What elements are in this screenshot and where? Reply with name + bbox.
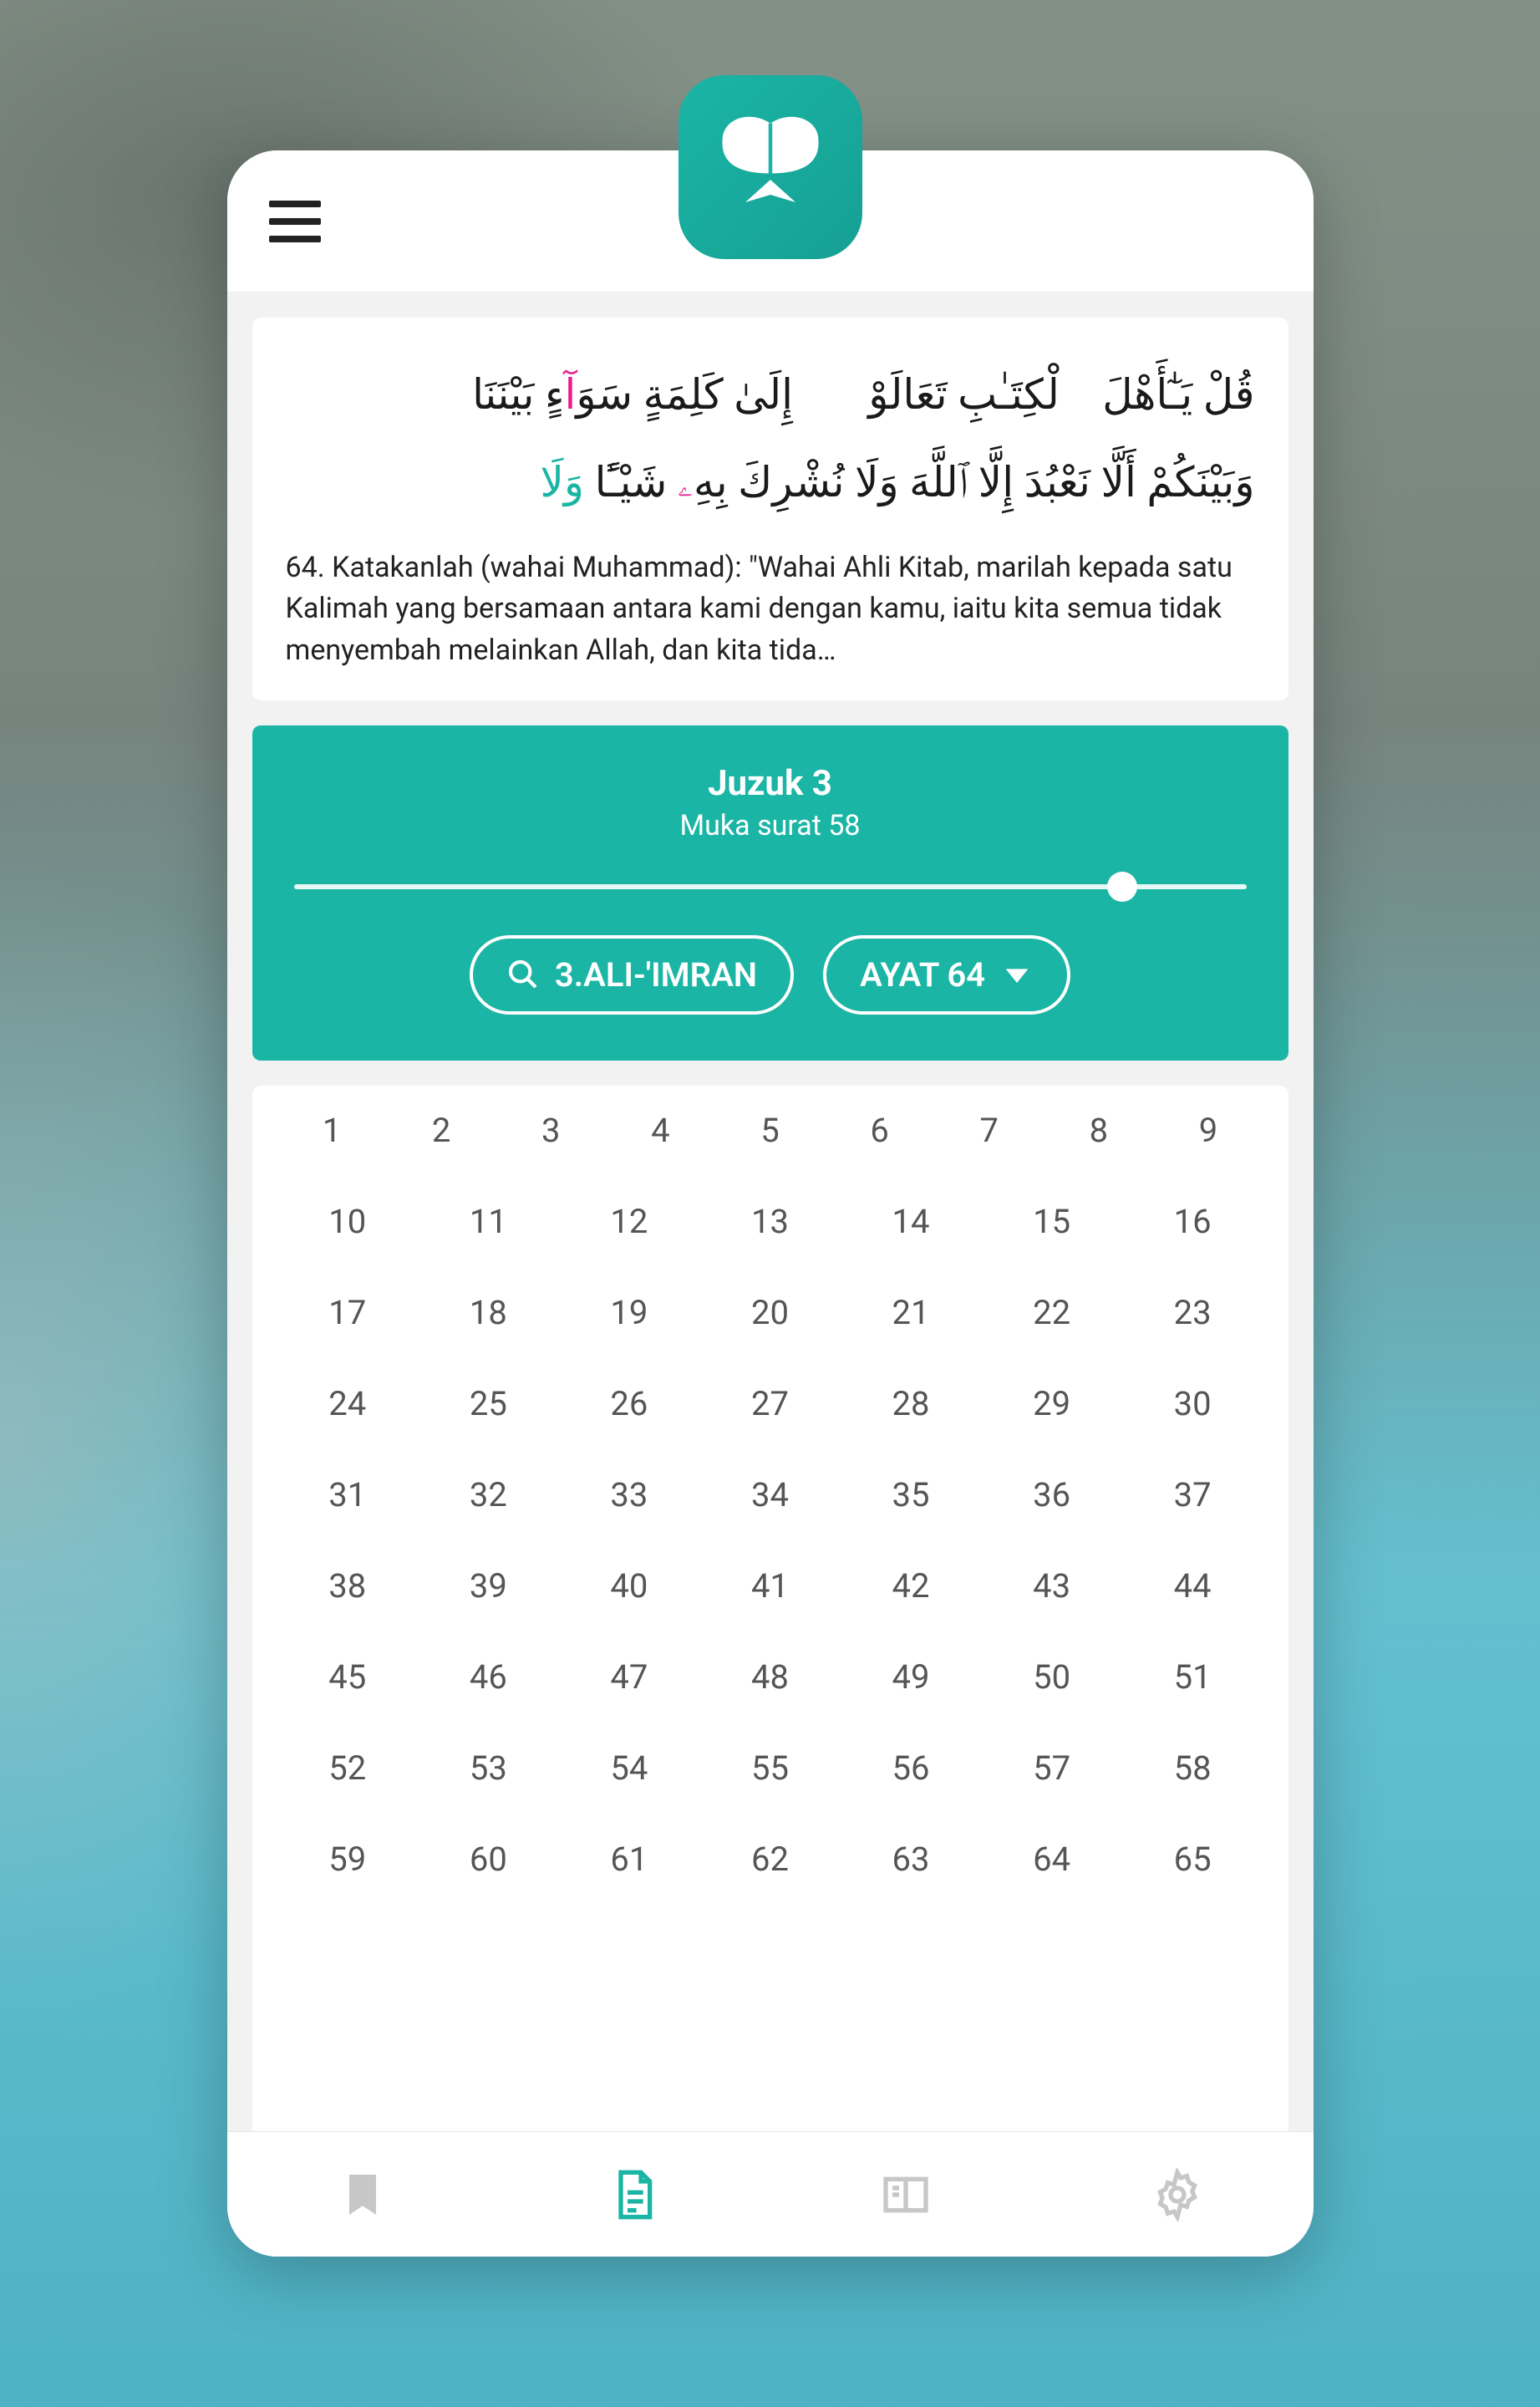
gear-icon	[1151, 2168, 1204, 2221]
tab-bookmark[interactable]	[227, 2168, 499, 2221]
page-number-cell[interactable]: 32	[418, 1475, 559, 1514]
page-number-cell[interactable]: 6	[825, 1111, 934, 1150]
page-number-cell[interactable]: 62	[699, 1840, 841, 1879]
page-number-cell[interactable]: 60	[418, 1840, 559, 1879]
tab-book[interactable]	[770, 2168, 1042, 2221]
page-number-cell[interactable]: 27	[699, 1384, 841, 1423]
page-number-cell[interactable]: 53	[418, 1748, 559, 1788]
page-number-cell[interactable]: 2	[387, 1111, 496, 1150]
chevron-down-icon	[1000, 958, 1034, 991]
page-number-cell[interactable]: 51	[1122, 1657, 1263, 1697]
page-number-cell[interactable]: 23	[1122, 1293, 1263, 1332]
page-number-cell[interactable]: 1	[277, 1111, 387, 1150]
page-number-cell[interactable]: 57	[981, 1748, 1122, 1788]
page-number-cell[interactable]: 41	[699, 1566, 841, 1606]
page-number-cell[interactable]: 19	[559, 1293, 700, 1332]
page-number-cell[interactable]: 37	[1122, 1475, 1263, 1514]
page-number-cell[interactable]: 55	[699, 1748, 841, 1788]
page-number-grid: 1234567891011121314151617181920212223242…	[252, 1086, 1288, 2131]
content-area: قُلْ يَـٰٓأَهْلَ ٱلْكِتَـٰبِ تَعَالَوْا۟…	[227, 293, 1314, 2131]
search-icon	[506, 958, 540, 991]
page-number-cell[interactable]: 45	[277, 1657, 419, 1697]
page-icon	[607, 2168, 661, 2221]
page-number-cell[interactable]: 54	[559, 1748, 700, 1788]
page-number-cell[interactable]: 38	[277, 1566, 419, 1606]
page-number-cell[interactable]: 13	[699, 1202, 841, 1241]
page-label: Muka surat 58	[679, 809, 860, 842]
tab-page[interactable]	[499, 2168, 770, 2221]
app-frame: قُلْ يَـٰٓأَهْلَ ٱلْكِتَـٰبِ تَعَالَوْا۟…	[227, 150, 1314, 2257]
page-number-cell[interactable]: 17	[277, 1293, 419, 1332]
page-number-cell[interactable]: 52	[277, 1748, 419, 1788]
tab-settings[interactable]	[1042, 2168, 1314, 2221]
page-number-cell[interactable]: 46	[418, 1657, 559, 1697]
page-number-cell[interactable]: 31	[277, 1475, 419, 1514]
menu-button[interactable]	[269, 201, 321, 242]
verse-card[interactable]: قُلْ يَـٰٓأَهْلَ ٱلْكِتَـٰبِ تَعَالَوْا۟…	[252, 318, 1288, 700]
page-number-cell[interactable]: 48	[699, 1657, 841, 1697]
page-number-cell[interactable]: 39	[418, 1566, 559, 1606]
ayat-selector-label: AYAT 64	[860, 955, 985, 995]
verse-translation: 64. Katakanlah (wahai Muhammad): "Wahai …	[286, 547, 1255, 671]
bookmark-icon	[336, 2168, 389, 2221]
page-number-cell[interactable]: 43	[981, 1566, 1122, 1606]
page-number-cell[interactable]: 44	[1122, 1566, 1263, 1606]
page-number-cell[interactable]: 42	[841, 1566, 982, 1606]
page-number-cell[interactable]: 36	[981, 1475, 1122, 1514]
page-number-cell[interactable]: 5	[715, 1111, 825, 1150]
app-logo	[679, 75, 862, 259]
navigation-panel: Juzuk 3 Muka surat 58 3.ALI-'IMRAN AYAT …	[252, 725, 1288, 1061]
page-number-cell[interactable]: 9	[1153, 1111, 1263, 1150]
book-logo-icon	[708, 104, 833, 230]
surah-selector-button[interactable]: 3.ALI-'IMRAN	[470, 935, 794, 1015]
page-number-cell[interactable]: 56	[841, 1748, 982, 1788]
page-number-cell[interactable]: 11	[418, 1202, 559, 1241]
page-number-cell[interactable]: 64	[981, 1840, 1122, 1879]
ayat-selector-button[interactable]: AYAT 64	[823, 935, 1070, 1015]
page-number-cell[interactable]: 14	[841, 1202, 982, 1241]
page-number-cell[interactable]: 30	[1122, 1384, 1263, 1423]
page-number-cell[interactable]: 28	[841, 1384, 982, 1423]
arabic-verse: قُلْ يَـٰٓأَهْلَ ٱلْكِتَـٰبِ تَعَالَوْا۟…	[286, 351, 1255, 527]
bottom-navigation	[227, 2131, 1314, 2257]
page-number-cell[interactable]: 21	[841, 1293, 982, 1332]
page-number-cell[interactable]: 33	[559, 1475, 700, 1514]
page-number-cell[interactable]: 8	[1044, 1111, 1153, 1150]
page-number-cell[interactable]: 4	[606, 1111, 715, 1150]
page-number-cell[interactable]: 49	[841, 1657, 982, 1697]
page-number-cell[interactable]: 58	[1122, 1748, 1263, 1788]
page-number-cell[interactable]: 40	[559, 1566, 700, 1606]
slider-thumb[interactable]	[1107, 872, 1137, 902]
page-number-cell[interactable]: 34	[699, 1475, 841, 1514]
surah-selector-label: 3.ALI-'IMRAN	[555, 955, 757, 995]
page-number-cell[interactable]: 47	[559, 1657, 700, 1697]
page-number-cell[interactable]: 7	[934, 1111, 1044, 1150]
page-number-cell[interactable]: 61	[559, 1840, 700, 1879]
page-number-cell[interactable]: 63	[841, 1840, 982, 1879]
page-number-cell[interactable]: 20	[699, 1293, 841, 1332]
page-number-cell[interactable]: 12	[559, 1202, 700, 1241]
book-open-icon	[879, 2168, 933, 2221]
page-number-cell[interactable]: 10	[277, 1202, 419, 1241]
page-number-cell[interactable]: 65	[1122, 1840, 1263, 1879]
page-number-cell[interactable]: 22	[981, 1293, 1122, 1332]
page-number-cell[interactable]: 50	[981, 1657, 1122, 1697]
page-number-cell[interactable]: 18	[418, 1293, 559, 1332]
page-number-cell[interactable]: 25	[418, 1384, 559, 1423]
page-number-cell[interactable]: 26	[559, 1384, 700, 1423]
juzuk-label: Juzuk 3	[708, 763, 832, 804]
page-number-cell[interactable]: 16	[1122, 1202, 1263, 1241]
page-number-cell[interactable]: 35	[841, 1475, 982, 1514]
page-slider[interactable]	[294, 884, 1247, 889]
page-number-cell[interactable]: 29	[981, 1384, 1122, 1423]
page-number-cell[interactable]: 59	[277, 1840, 419, 1879]
page-number-cell[interactable]: 24	[277, 1384, 419, 1423]
page-number-cell[interactable]: 3	[496, 1111, 606, 1150]
page-number-cell[interactable]: 15	[981, 1202, 1122, 1241]
